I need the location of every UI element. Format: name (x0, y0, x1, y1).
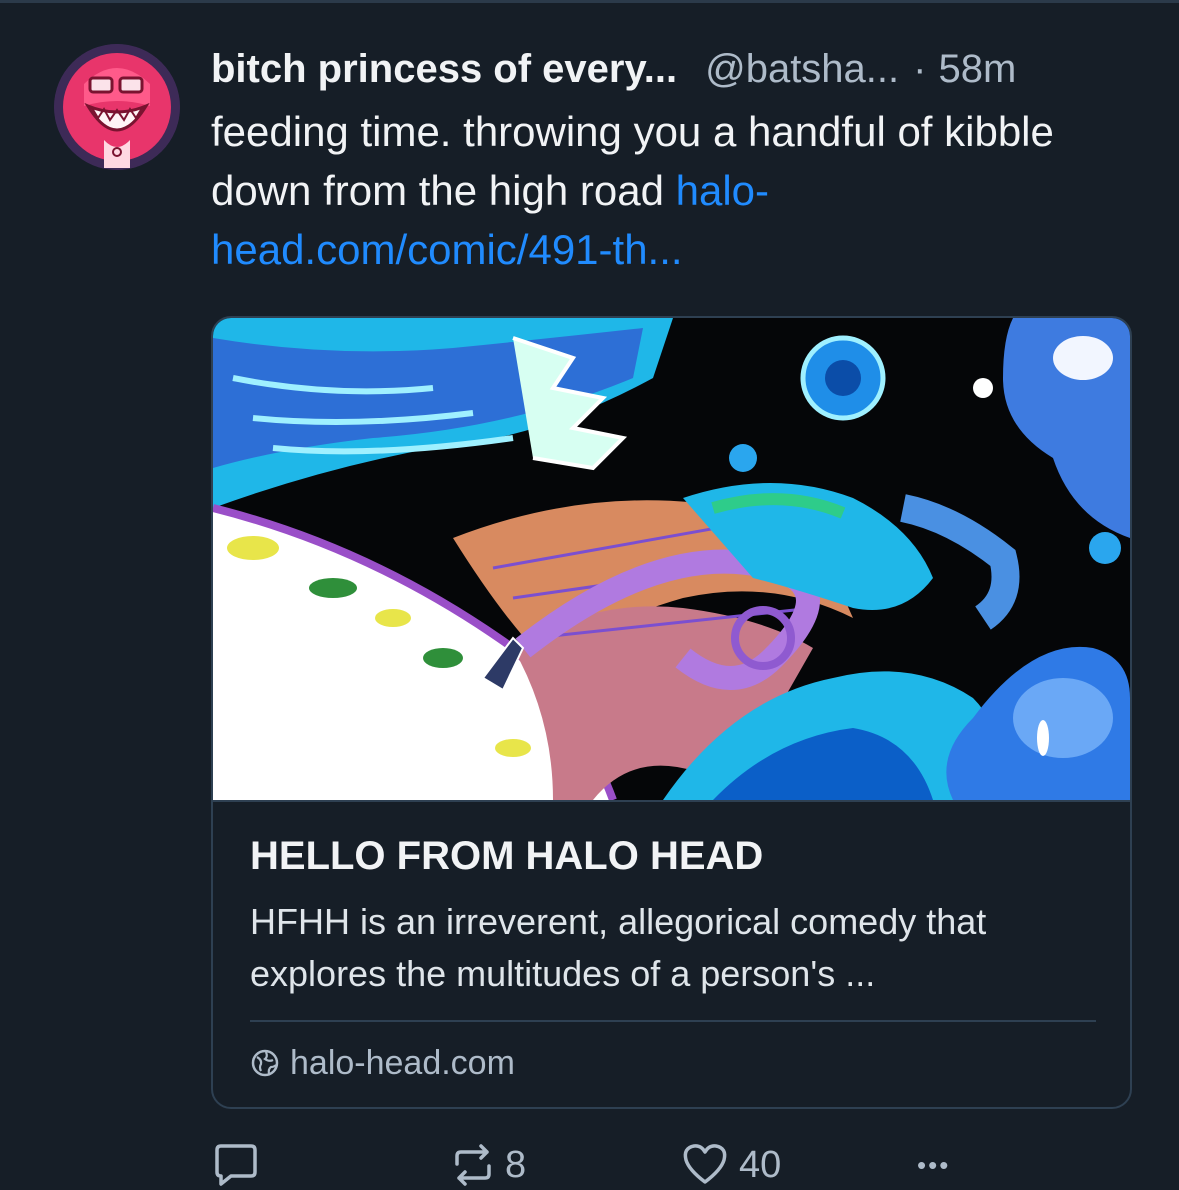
more-options-button[interactable]: ••• (917, 1140, 950, 1190)
repost-count: 8 (505, 1143, 527, 1186)
reply-button[interactable] (211, 1140, 261, 1190)
post-text-body: feeding time. throwing you a handful of … (211, 108, 1054, 214)
avatar[interactable] (54, 44, 180, 170)
card-description: HFHH is an irreverent, allegorical comed… (250, 901, 987, 994)
card-domain-text: halo-head.com (290, 1043, 515, 1082)
post-header: bitch princess of every... @batsha... · … (211, 40, 1141, 98)
reply-icon (215, 1144, 257, 1186)
card-image[interactable] (213, 318, 1130, 800)
card-domain[interactable]: halo-head.com (250, 1038, 515, 1088)
action-bar: 8 40 ••• (211, 1140, 1111, 1190)
heart-icon (683, 1144, 727, 1184)
post[interactable]: bitch princess of every... @batsha... · … (0, 0, 1179, 1190)
card-divider (250, 1020, 1096, 1022)
repost-button[interactable]: 8 (451, 1140, 526, 1190)
header-separator: · (913, 47, 927, 91)
avatar-image (54, 44, 180, 170)
author-handle[interactable]: @batsha... (705, 40, 899, 98)
card-image-divider (213, 800, 1130, 802)
post-content: bitch princess of every... @batsha... · … (211, 40, 1141, 279)
like-button[interactable]: 40 (681, 1140, 781, 1190)
post-text: feeding time. throwing you a handful of … (211, 102, 1111, 279)
card-title[interactable]: HELLO FROM HALO HEAD (250, 832, 763, 880)
more-icon: ••• (917, 1149, 951, 1180)
author-name[interactable]: bitch princess of every... (211, 40, 677, 98)
post-time[interactable]: 58m (938, 40, 1016, 98)
globe-icon (251, 1049, 279, 1077)
repost-icon (455, 1144, 491, 1186)
link-card[interactable]: HELLO FROM HALO HEAD HFHH is an irrevere… (211, 316, 1132, 1109)
like-count: 40 (739, 1143, 782, 1186)
